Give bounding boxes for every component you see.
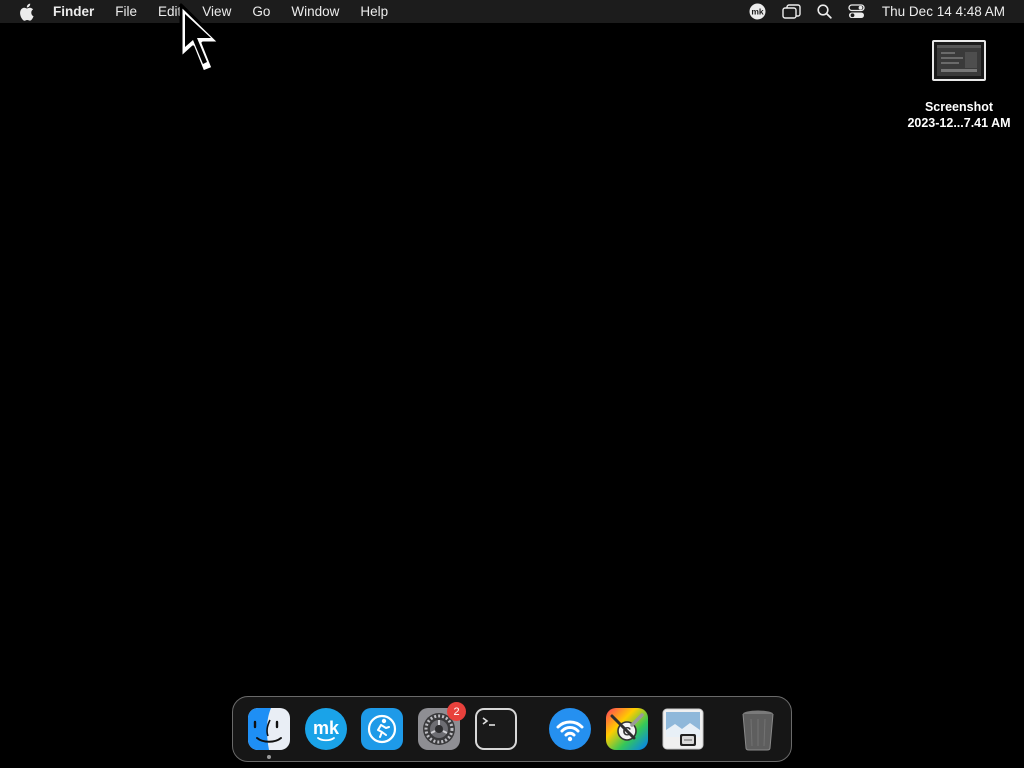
file-name-line-2: 2023-12...7.41 AM: [907, 116, 1011, 130]
menu-app-finder[interactable]: Finder: [53, 0, 105, 23]
running-indicator: [267, 755, 272, 759]
spotlight-search-icon[interactable]: [817, 0, 832, 23]
screen-mirroring-icon[interactable]: [782, 0, 801, 23]
mk-icon[interactable]: mk: [749, 0, 766, 23]
menu-bar-clock[interactable]: Thu Dec 14 4:48 AM: [882, 4, 1005, 19]
mk-app-icon: mk: [304, 708, 347, 750]
menu-edit[interactable]: Edit: [148, 0, 192, 23]
menu-view[interactable]: View: [192, 0, 242, 23]
dock-system-settings[interactable]: 2: [416, 702, 467, 752]
apple-menu-icon[interactable]: [17, 2, 35, 22]
control-center-icon[interactable]: [848, 0, 865, 23]
screenshot-thumbnail-icon: [932, 40, 986, 81]
menu-go[interactable]: Go: [242, 0, 281, 23]
notification-badge: 2: [447, 702, 467, 721]
desktop-file-screenshot[interactable]: Screenshot 2023-12...7.41 AM: [900, 40, 1018, 131]
menu-file[interactable]: File: [105, 0, 148, 23]
menu-bar-status: mk Thu Dec 14 4:48 AM: [741, 0, 1024, 23]
svg-text:mk: mk: [751, 7, 764, 17]
wireless-diagnostics-icon: [549, 708, 592, 750]
svg-text:mk: mk: [313, 718, 340, 738]
menu-bar: Finder File Edit View Go Window Help mk: [0, 0, 1024, 23]
dock-mk-app[interactable]: mk: [303, 706, 349, 752]
dock-colorsync-utility[interactable]: C: [604, 706, 650, 752]
dock-run-app[interactable]: [359, 706, 405, 752]
file-name-line-1: Screenshot: [924, 100, 994, 114]
dock-preview[interactable]: [660, 706, 706, 752]
dock: mk 2: [232, 696, 792, 762]
colorsync-utility-icon: C: [605, 708, 648, 750]
menu-window[interactable]: Window: [281, 0, 350, 23]
dock-trash[interactable]: [735, 706, 781, 752]
trash-icon: [742, 710, 774, 751]
dock-terminal[interactable]: [473, 706, 519, 752]
menu-help[interactable]: Help: [350, 0, 399, 23]
terminal-icon: [474, 708, 517, 750]
desktop-file-label: Screenshot 2023-12...7.41 AM: [907, 99, 1010, 131]
run-app-icon: [361, 708, 404, 750]
dock-finder[interactable]: [246, 706, 292, 759]
dock-wireless-diagnostics[interactable]: [547, 706, 593, 752]
menu-bar-left: Finder File Edit View Go Window Help: [0, 0, 399, 23]
preview-icon: [662, 708, 704, 750]
finder-icon: [248, 708, 291, 750]
